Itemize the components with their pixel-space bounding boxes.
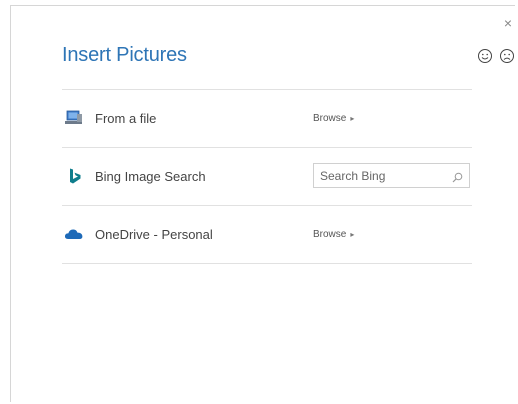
bing-label: Bing Image Search [95, 169, 206, 184]
list-item-from-file: From a file Browse ▸ [62, 89, 472, 147]
from-file-browse-button[interactable]: Browse ▸ [313, 113, 354, 124]
onedrive-label: OneDrive - Personal [95, 227, 213, 242]
close-icon[interactable]: × [504, 16, 512, 30]
computer-icon [64, 110, 84, 126]
from-file-label: From a file [95, 111, 157, 126]
bing-icon [64, 168, 84, 184]
onedrive-icon [64, 226, 84, 242]
onedrive-browse-button[interactable]: Browse ▸ [313, 229, 354, 240]
feedback-buttons [477, 48, 515, 64]
bing-search-input[interactable]: Search Bing [313, 163, 470, 188]
browse-label: Browse [313, 229, 347, 240]
caret-right-icon: ▸ [350, 230, 355, 239]
page-title: Insert Pictures [62, 44, 187, 66]
browse-label: Browse [313, 113, 347, 124]
caret-right-icon: ▸ [350, 114, 355, 123]
frown-icon[interactable] [499, 48, 515, 64]
smile-icon[interactable] [477, 48, 493, 64]
bing-search-placeholder: Search Bing [320, 168, 386, 183]
list-item-onedrive: OneDrive - Personal Browse ▸ [62, 205, 472, 264]
source-list: From a file Browse ▸ Bing Image Search Se… [62, 89, 472, 264]
list-item-bing: Bing Image Search Search Bing [62, 147, 472, 205]
magnifier-icon[interactable] [452, 170, 463, 183]
insert-pictures-dialog: × Insert Pictures From a file Browse ▸ B… [10, 5, 515, 402]
